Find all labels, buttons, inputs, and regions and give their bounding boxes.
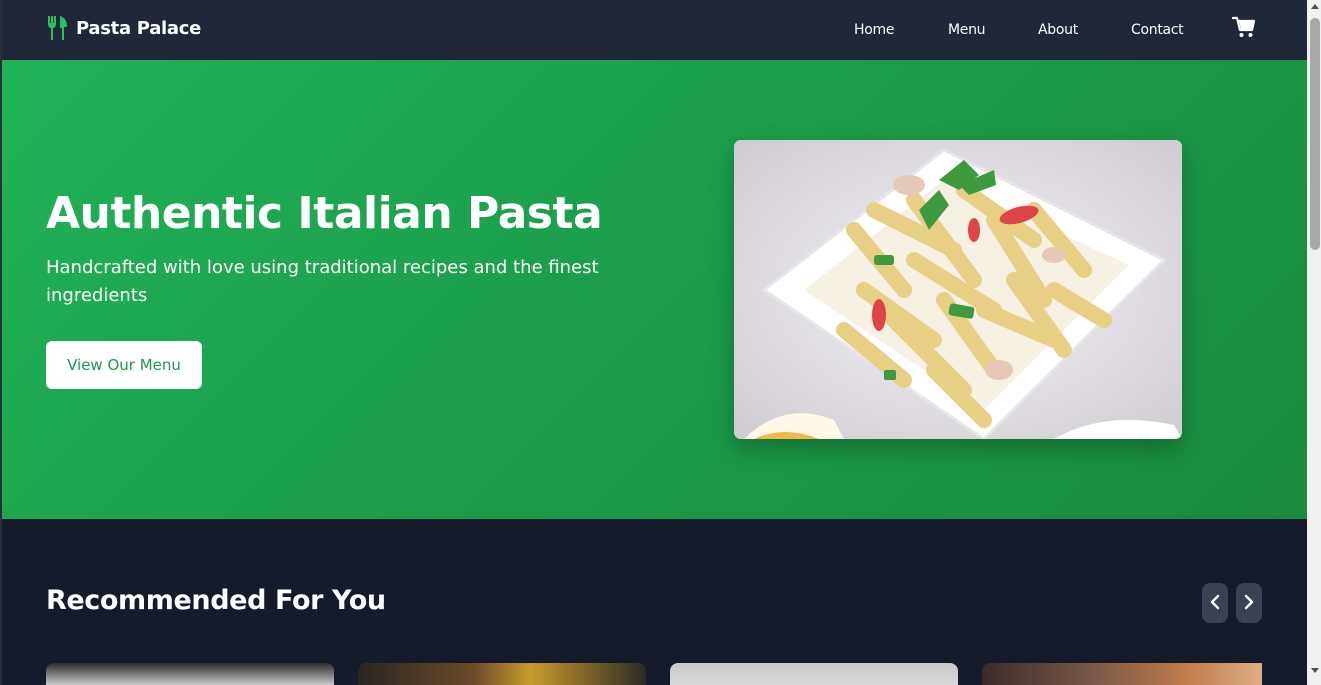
hero-pasta-image xyxy=(734,140,1182,439)
hero-title: Authentic Italian Pasta xyxy=(46,188,603,239)
recommended-title: Recommended For You xyxy=(46,585,386,616)
carousel-next-button[interactable] xyxy=(1236,583,1262,623)
scroll-up-arrow-icon[interactable] xyxy=(1311,4,1319,9)
utensils-icon xyxy=(46,15,70,41)
navbar: Pasta Palace Home Menu About Contact xyxy=(2,0,1307,60)
chevron-left-icon xyxy=(1209,594,1221,613)
hero-subtitle: Handcrafted with love using traditional … xyxy=(46,257,599,306)
chevron-right-icon xyxy=(1243,594,1255,613)
carousel-prev-button[interactable] xyxy=(1202,583,1228,623)
vertical-scrollbar[interactable] xyxy=(1307,0,1321,685)
scroll-down-arrow-icon[interactable] xyxy=(1311,668,1319,673)
nav-link-about[interactable]: About xyxy=(1038,22,1078,38)
recommended-card-image[interactable] xyxy=(670,663,958,685)
nav-link-contact[interactable]: Contact xyxy=(1131,22,1184,38)
recommended-card-image[interactable] xyxy=(982,663,1262,685)
hero-section: Authentic Italian Pasta Handcrafted with… xyxy=(2,60,1307,519)
brand-logo[interactable]: Pasta Palace xyxy=(46,15,201,41)
recommended-card-image[interactable] xyxy=(358,663,646,685)
recommended-card-image[interactable] xyxy=(46,663,334,685)
nav-link-home[interactable]: Home xyxy=(854,22,894,38)
nav-link-menu[interactable]: Menu xyxy=(948,22,986,38)
recommended-cards xyxy=(46,663,1262,685)
scrollbar-thumb[interactable] xyxy=(1310,18,1320,250)
view-menu-button[interactable]: View Our Menu xyxy=(46,341,202,389)
shopping-cart-icon[interactable] xyxy=(1231,16,1256,42)
brand-name: Pasta Palace xyxy=(76,17,202,39)
